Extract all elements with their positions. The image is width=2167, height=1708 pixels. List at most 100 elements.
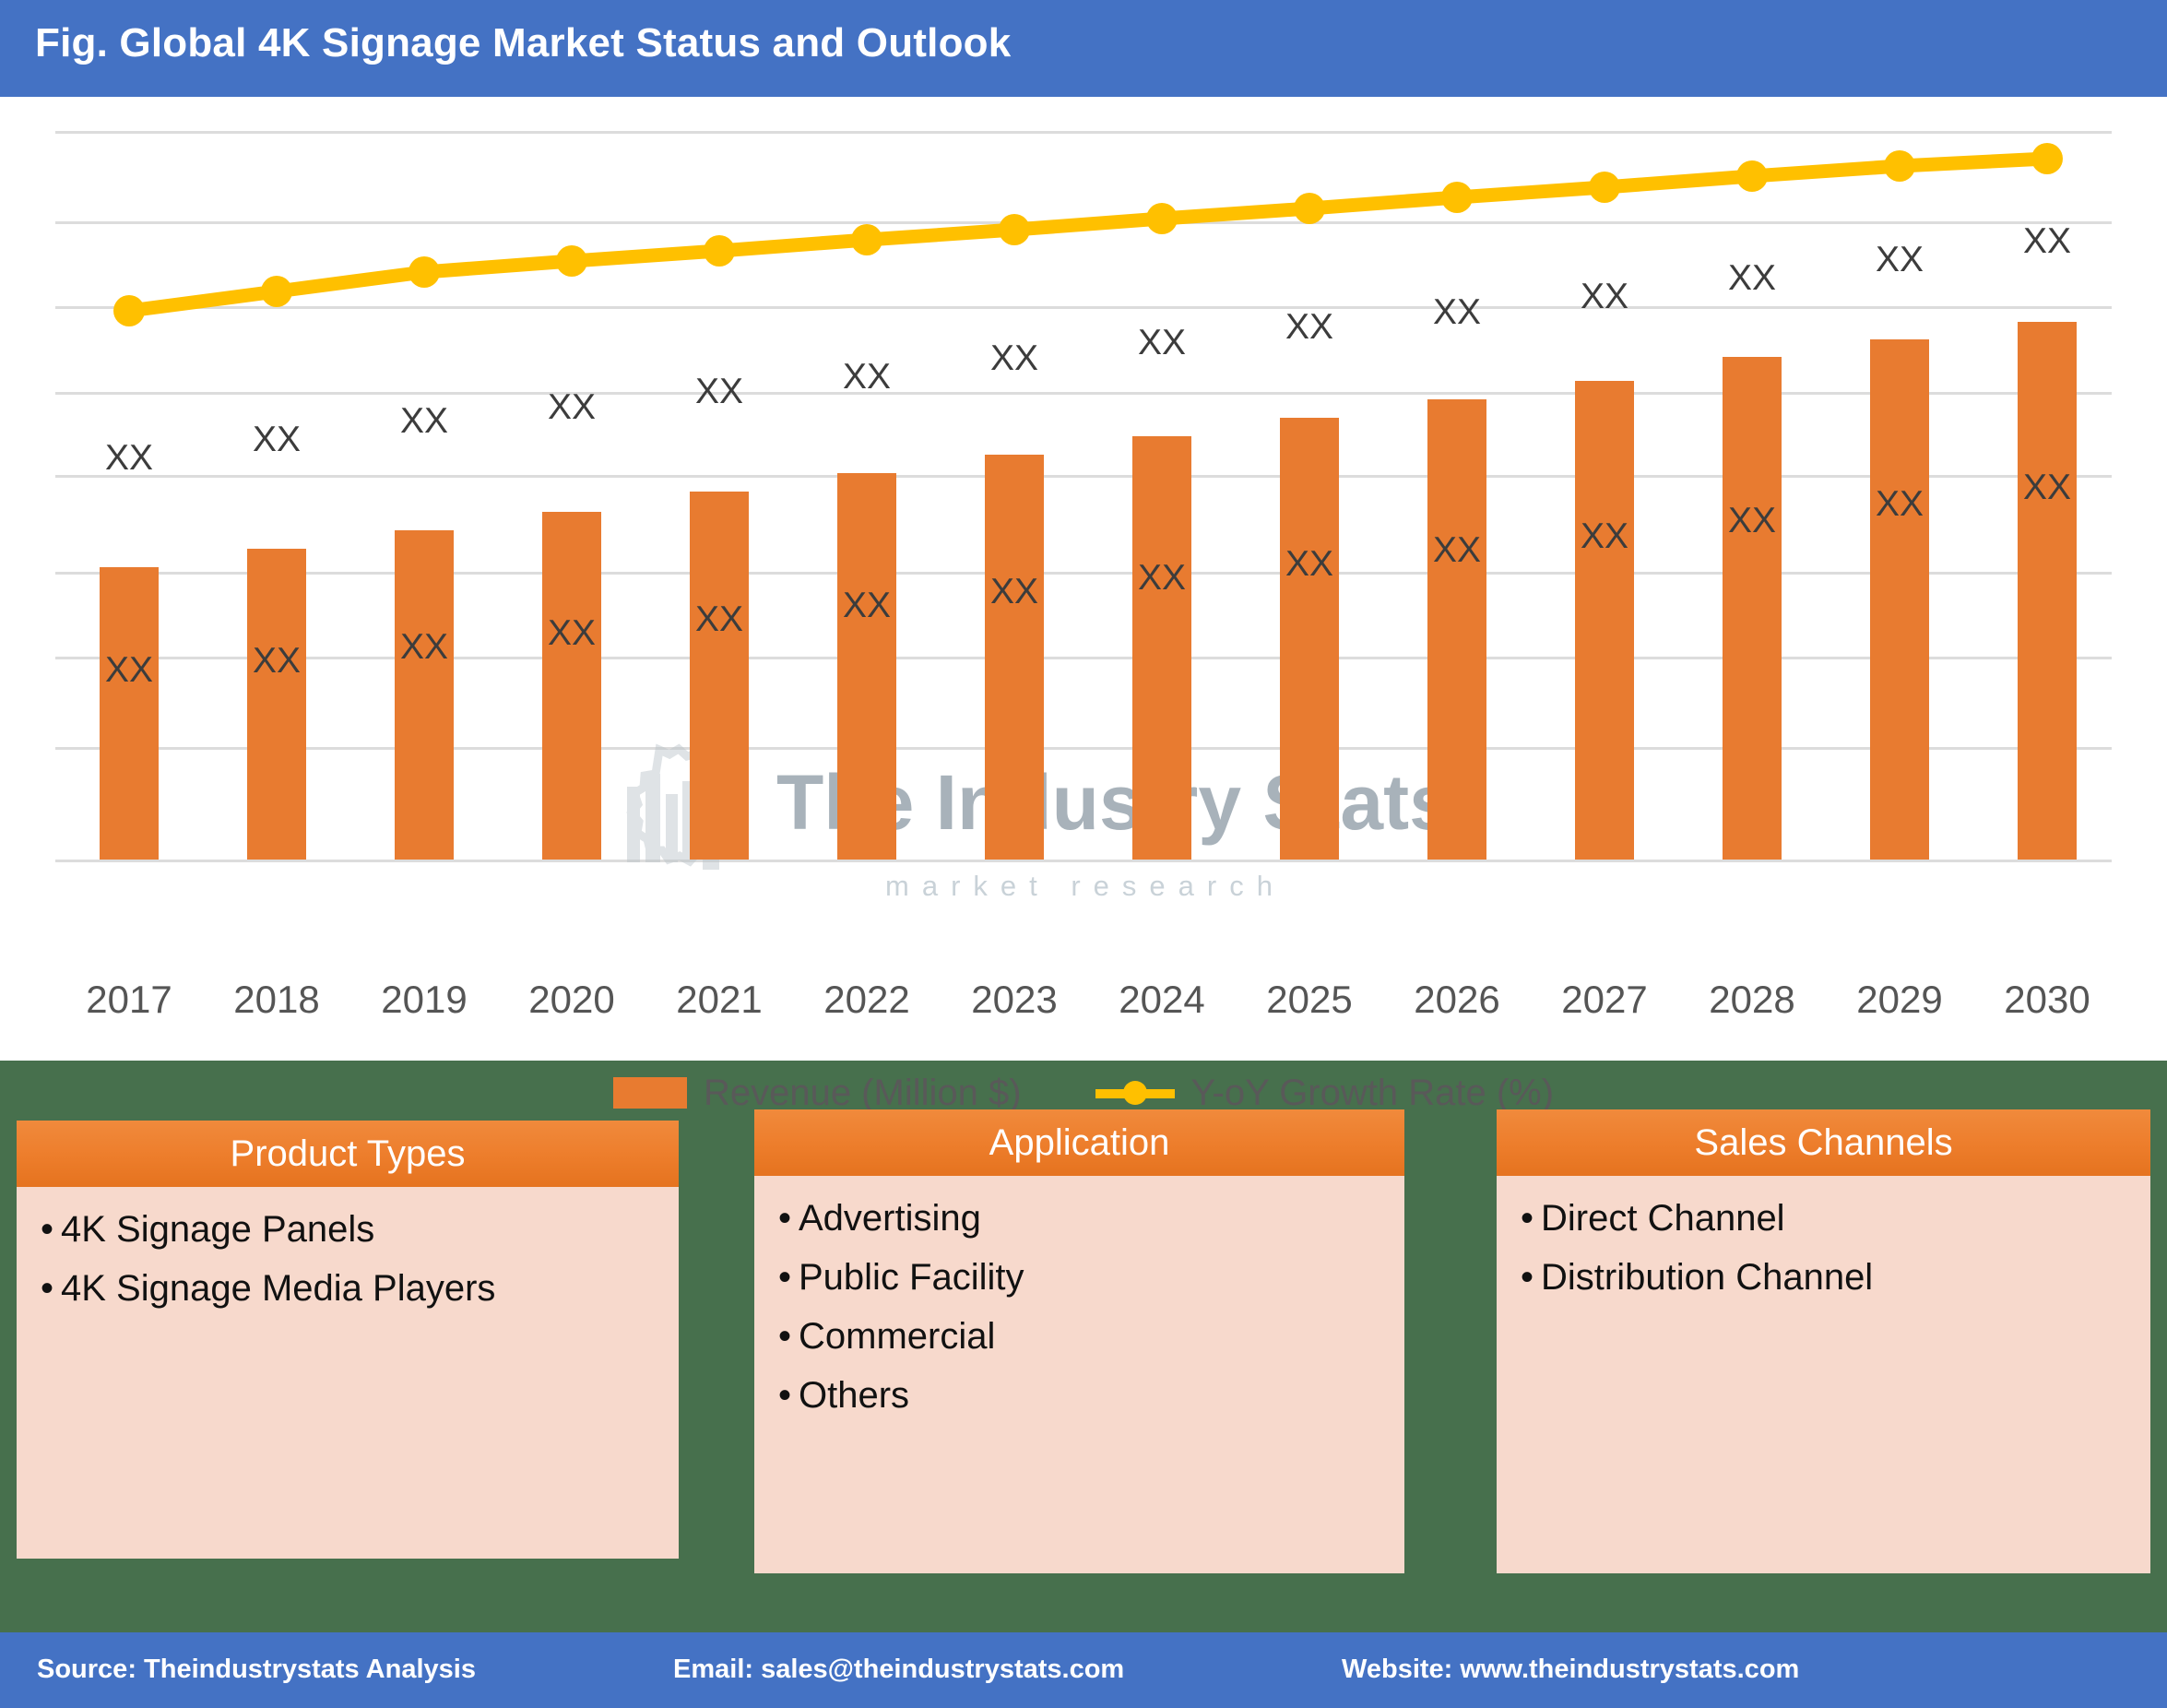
bar-2029[interactable] — [1870, 339, 1929, 860]
list-item-label: 4K Signage Panels — [61, 1209, 375, 1250]
line-point — [2031, 143, 2063, 174]
line-value-label: XX — [1432, 292, 1482, 332]
line-point — [704, 235, 735, 267]
card-product-types: Product Types • 4K Signage Panels • 4K Sig… — [17, 1121, 679, 1559]
x-axis-label: 2030 — [2004, 978, 2090, 1021]
legend-label: Revenue (Million $) — [703, 1072, 1022, 1113]
x-axis-label: 2029 — [1856, 978, 1943, 1021]
gridline — [55, 392, 2112, 395]
card-sales-channels: Sales Channels • Direct Channel • Distribu… — [1497, 1109, 2150, 1573]
line-value-label: XX — [989, 338, 1039, 378]
bar-value-label: XX — [694, 599, 744, 639]
list-item[interactable]: • Distribution Channel — [1521, 1259, 2150, 1296]
x-axis-label: 2027 — [1561, 978, 1648, 1021]
legend-label: Y-oY Growth Rate (%) — [1190, 1072, 1555, 1113]
line-point — [999, 214, 1030, 245]
line-point — [1441, 182, 1473, 213]
list-item[interactable]: • Advertising — [778, 1200, 1404, 1237]
bar-swatch-icon — [612, 1077, 687, 1109]
line-point — [261, 276, 292, 307]
gridline — [55, 131, 2112, 134]
line-value-label: XX — [1137, 323, 1187, 362]
line-point — [1736, 160, 1768, 192]
list-item-label: Direct Channel — [1541, 1198, 1785, 1239]
line-point — [1884, 150, 1915, 182]
bar-value-label: XX — [1580, 516, 1629, 556]
bar-value-label: XX — [1727, 501, 1777, 540]
bar-2017[interactable] — [100, 567, 159, 860]
card-body: • Advertising • Public Facility • Commercia… — [754, 1176, 1404, 1573]
bar-2021[interactable] — [690, 492, 749, 860]
bar-2019[interactable] — [395, 530, 454, 860]
line-point — [556, 245, 587, 277]
bar-value-label: XX — [104, 650, 154, 690]
bar-value-label: XX — [842, 586, 892, 625]
x-axis-label: 2028 — [1709, 978, 1795, 1021]
line-swatch-icon — [1095, 1081, 1175, 1105]
svg-text:market research: market research — [885, 870, 1285, 902]
bar-2025[interactable] — [1280, 418, 1339, 860]
gridline — [55, 572, 2112, 575]
x-axis-label: 2019 — [381, 978, 468, 1021]
bar-2022[interactable] — [837, 473, 896, 860]
bar-value-label: XX — [1875, 484, 1924, 524]
bar-2030[interactable] — [2018, 322, 2077, 860]
list-item[interactable]: • Others — [778, 1377, 1404, 1414]
x-axis-label: 2025 — [1266, 978, 1353, 1021]
line-value-label: XX — [694, 372, 744, 411]
list-item[interactable]: • Commercial — [778, 1318, 1404, 1355]
title-bar: Fig. Global 4K Signage Market Status and… — [0, 0, 2167, 97]
bar-2028[interactable] — [1723, 357, 1782, 860]
line-value-label: XX — [399, 401, 449, 441]
x-axis-label: 2026 — [1414, 978, 1500, 1021]
line-point — [1589, 172, 1620, 203]
x-axis-label: 2021 — [676, 978, 763, 1021]
footer-email[interactable]: Email: sales@theindustrystats.com — [673, 1655, 1124, 1685]
bar-2020[interactable] — [542, 512, 601, 860]
gridline — [55, 657, 2112, 659]
bar-2024[interactable] — [1132, 436, 1191, 860]
gridline — [55, 747, 2112, 750]
x-axis-label: 2024 — [1119, 978, 1205, 1021]
legend-item-growth-rate[interactable]: Y-oY Growth Rate (%) — [1095, 1072, 1555, 1114]
list-item-label: 4K Signage Media Players — [61, 1268, 496, 1309]
line-value-label: XX — [547, 387, 597, 427]
card-body: • Direct Channel • Distribution Channel — [1497, 1176, 2150, 1573]
x-axis-label: 2018 — [233, 978, 320, 1021]
chart-panel: The Industry Stats market research XX XX… — [0, 97, 2167, 1113]
card-application: Application • Advertising • Public Facilit… — [754, 1109, 1404, 1573]
list-item-label: Commercial — [799, 1316, 996, 1357]
footer-website[interactable]: Website: www.theindustrystats.com — [1342, 1655, 1799, 1685]
x-axis-label: 2020 — [528, 978, 615, 1021]
footer-source: Source: Theindustrystats Analysis — [37, 1655, 476, 1684]
bar-2018[interactable] — [247, 549, 306, 860]
list-item-label: Advertising — [799, 1198, 981, 1239]
line-value-label: XX — [252, 420, 302, 459]
bar-value-label: XX — [547, 613, 597, 653]
line-value-label: XX — [1285, 307, 1334, 347]
gridline — [55, 221, 2112, 224]
x-axis-label: 2017 — [86, 978, 172, 1021]
page-title: Fig. Global 4K Signage Market Status and… — [35, 20, 1012, 65]
bar-2023[interactable] — [985, 455, 1044, 860]
list-item-label: Others — [799, 1375, 910, 1416]
list-item-label: Public Facility — [799, 1257, 1024, 1298]
list-item[interactable]: • 4K Signage Panels — [41, 1211, 679, 1248]
line-point — [113, 295, 145, 326]
legend-item-revenue[interactable]: Revenue (Million $) — [612, 1072, 1022, 1114]
line-value-label: XX — [842, 357, 892, 397]
bar-2026[interactable] — [1427, 399, 1486, 860]
line-point — [851, 224, 882, 255]
list-item[interactable]: • Public Facility — [778, 1259, 1404, 1296]
gridline — [55, 860, 2112, 862]
gridline — [55, 475, 2112, 478]
bar-value-label: XX — [2022, 468, 2072, 507]
list-item[interactable]: • Direct Channel — [1521, 1200, 2150, 1237]
line-value-label: XX — [1580, 277, 1629, 316]
bar-value-label: XX — [989, 572, 1039, 611]
line-value-label: XX — [1875, 240, 1924, 279]
footer-bar: Source: Theindustrystats Analysis Email:… — [0, 1632, 2167, 1708]
bar-2027[interactable] — [1575, 381, 1634, 860]
list-item[interactable]: • 4K Signage Media Players — [41, 1270, 679, 1307]
x-axis-label: 2022 — [823, 978, 910, 1021]
